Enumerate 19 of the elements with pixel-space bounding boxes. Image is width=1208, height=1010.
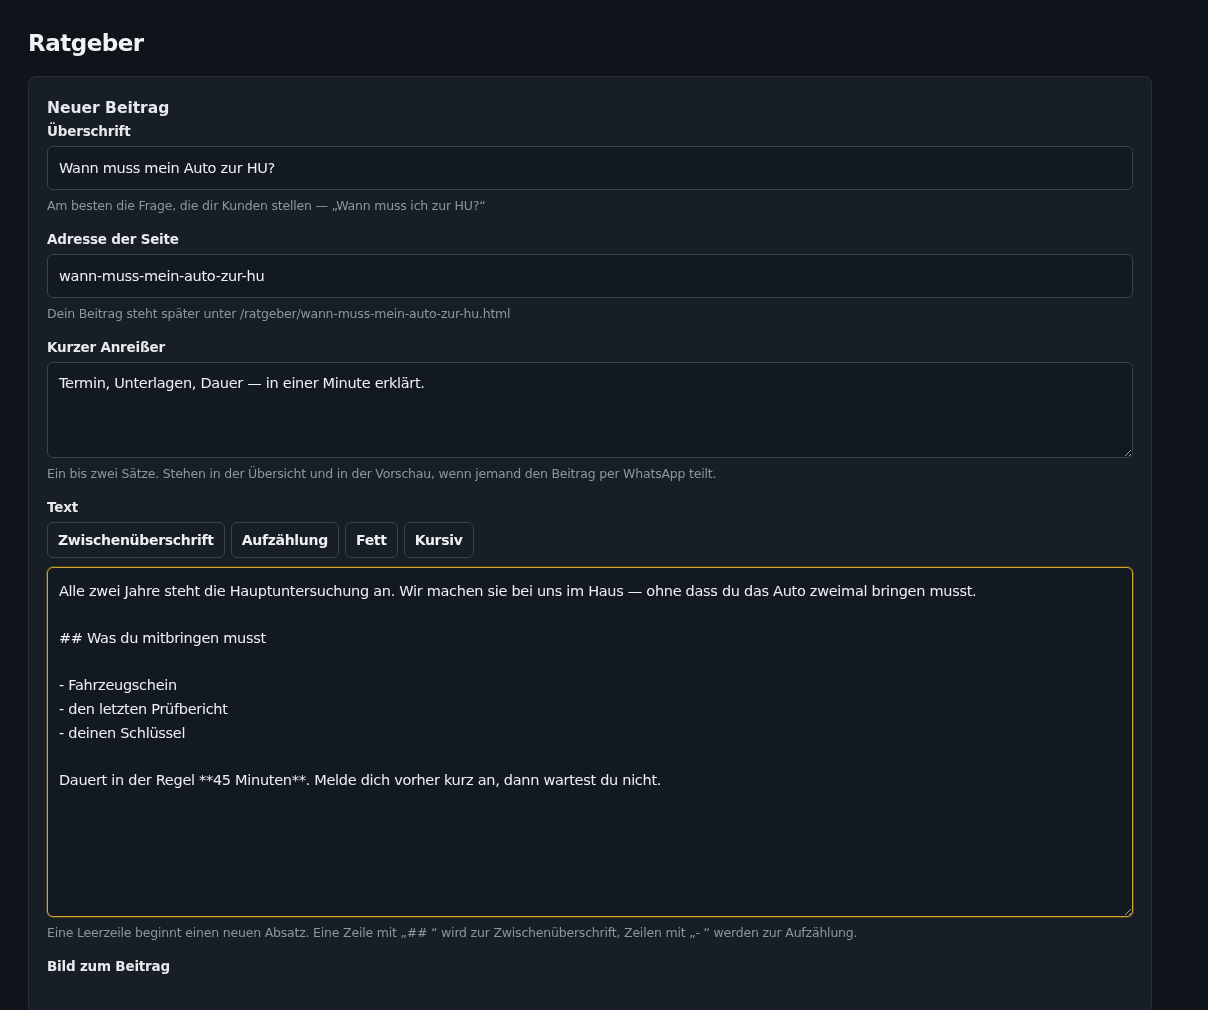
field-hint: Eine Leerzeile beginnt einen neuen Absatz. Eine Zeile mit „## “ wird zur Zwischenüberschrift, Zeilen mit „- “ werden zur Aufzählung.: [47, 925, 859, 940]
format-button[interactable]: Kursiv: [403, 522, 474, 558]
page-title: Ratgeber: [28, 30, 145, 56]
teaser-textarea[interactable]: Termin, Unterlagen, Dauer — in einer Minute erklärt.: [47, 362, 1133, 458]
field-hint: Dein Beitrag steht später unter /ratgeber/wann-muss-mein-auto-zur-hu.html: [47, 306, 512, 321]
format-button[interactable]: Aufzählung: [230, 522, 339, 558]
field-label: Text: [47, 499, 79, 515]
text-input[interactable]: Wann muss mein Auto zur HU?: [47, 146, 1133, 190]
field-label: Kurzer Anreißer: [47, 339, 166, 355]
format-button[interactable]: Fett: [344, 522, 398, 558]
field-label: Bild zum Beitrag: [47, 958, 171, 974]
field-label: Überschrift: [47, 123, 132, 139]
field-hint: Ein bis zwei Sätze. Stehen in der Übersicht und in der Vorschau, wenn jemand den Beitrag per WhatsApp teilt.: [47, 466, 718, 481]
text-input[interactable]: wann-muss-mein-auto-zur-hu: [47, 254, 1133, 298]
form-title: Neuer Beitrag: [47, 99, 171, 117]
field-hint: Am besten die Frage, die dir Kunden stellen — „Wann muss ich zur HU?“: [47, 198, 487, 213]
body-textarea[interactable]: Alle zwei Jahre steht die Hauptuntersuchung an. Wir machen sie bei uns im Haus — ohne dass du das Auto zweimal bringen musst. ## Was du mitbringen musst - Fahrzeugschein - den letzten Prüfbericht - deinen Schlüssel Dauert in der Regel **45 Minuten**. Melde dich vorher kurz an, dann wartest du nicht.: [47, 567, 1133, 917]
field-label: Adresse der Seite: [47, 231, 180, 247]
format-button[interactable]: Zwischenüberschrift: [47, 522, 225, 558]
